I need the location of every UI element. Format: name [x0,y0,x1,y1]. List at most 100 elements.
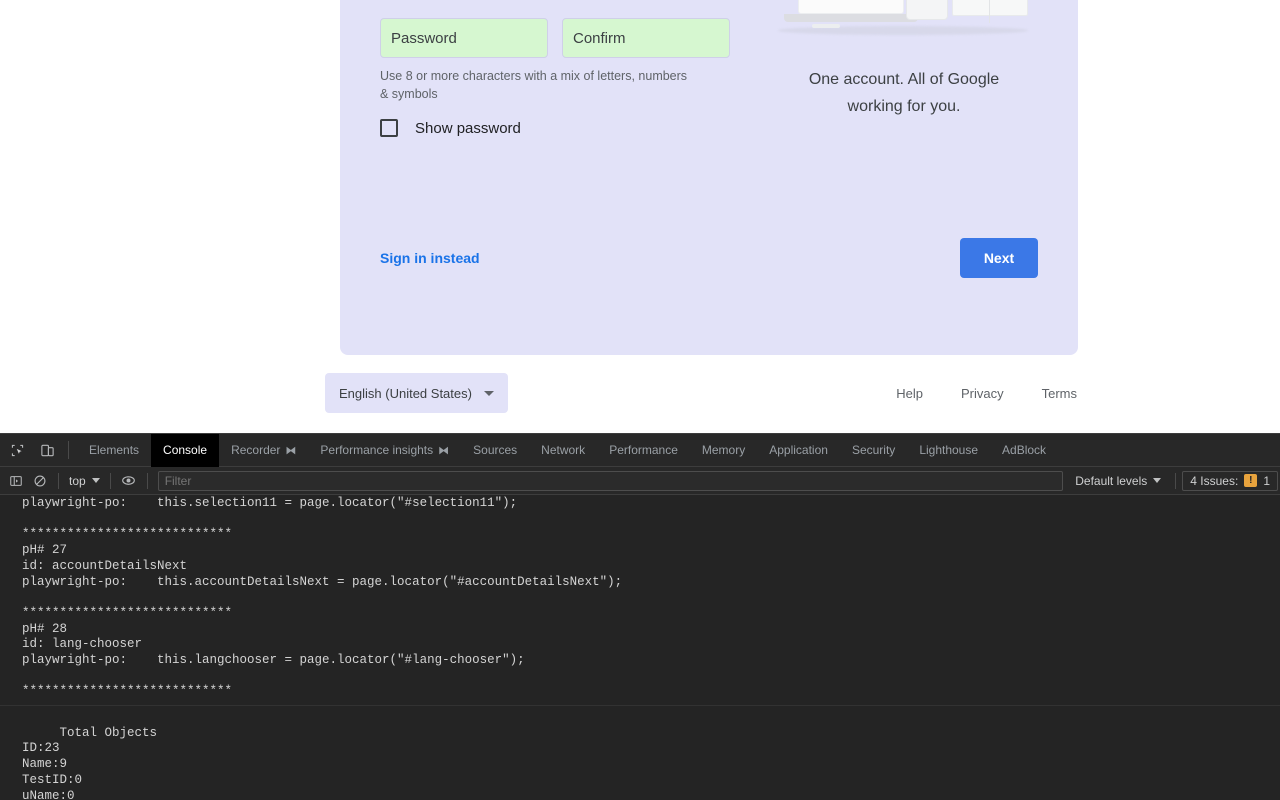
tab-performance-label: Performance [609,443,678,457]
toolbar-divider [110,473,111,489]
tab-sources-label: Sources [473,443,517,457]
tagline-line-1: One account. All of Google [770,66,1038,93]
laptop-notch-icon [812,24,840,28]
maps-icon [952,0,1028,16]
tab-elements[interactable]: Elements [77,434,151,467]
console-toolbar: top Default levels 4 Issues: ! 1 [0,467,1280,495]
console-log-line: pH# 28 [0,622,1280,638]
map-fold-line-icon [989,0,990,23]
console-output[interactable]: playwright-po: this.selection11 = page.l… [0,495,1280,800]
console-summary-block: Total ObjectsID:23Name:9TestID:0uName:0 [0,726,1280,800]
chevron-down-icon [1153,478,1161,483]
tab-recorder-label: Recorder [231,443,280,457]
google-illustration-column: One account. All of Google working for y… [770,0,1038,120]
password-input-placeholder: Password [391,31,457,46]
experiment-flask-icon: ⧓ [285,444,296,457]
inspect-element-icon[interactable] [4,437,30,463]
show-password-row[interactable]: Show password [380,119,730,137]
chevron-down-icon [484,391,494,396]
chevron-down-icon [92,478,100,483]
password-fields-row: Password Confirm [380,18,730,58]
tab-recorder[interactable]: Recorder ⧓ [219,434,308,467]
help-link[interactable]: Help [896,386,923,401]
tab-adblock[interactable]: AdBlock [990,434,1058,467]
execution-context-selector[interactable]: top [65,474,104,488]
tab-network[interactable]: Network [529,434,597,467]
console-filter-input[interactable] [158,471,1064,491]
phone-icon [906,0,948,20]
toolbar-divider [68,441,69,459]
log-levels-value: Default levels [1075,474,1147,488]
show-password-label: Show password [415,120,521,137]
next-button[interactable]: Next [960,238,1038,278]
tab-security-label: Security [852,443,895,457]
warning-badge-icon: ! [1244,474,1257,487]
log-levels-selector[interactable]: Default levels [1067,474,1169,488]
tab-memory[interactable]: Memory [690,434,757,467]
google-signup-card: Password Confirm Use 8 or more character… [340,0,1078,355]
tab-application-label: Application [769,443,828,457]
console-log-line: id: lang-chooser [0,637,1280,653]
console-log-line: **************************** [0,527,1280,543]
console-log-line: id: accountDetailsNext [0,559,1280,575]
console-log-line [0,590,1280,606]
device-toolbar-icon[interactable] [34,437,60,463]
console-summary-line: Total Objects [0,726,1280,742]
terms-link[interactable]: Terms [1042,386,1077,401]
privacy-link[interactable]: Privacy [961,386,1004,401]
browser-viewport: Password Confirm Use 8 or more character… [0,0,1280,433]
tab-security[interactable]: Security [840,434,907,467]
eye-icon[interactable] [117,469,141,493]
console-sidebar-icon[interactable] [4,469,28,493]
issues-badge-count: 1 [1263,474,1270,488]
devtools-panel: Elements Console Recorder ⧓ Performance … [0,433,1280,800]
console-summary-line: uName:0 [0,789,1280,800]
tagline: One account. All of Google working for y… [770,66,1038,120]
tab-lighthouse-label: Lighthouse [919,443,978,457]
console-log-line: playwright-po: this.selection11 = page.l… [0,496,1280,512]
form-actions-row: Sign in instead Next [380,238,1038,278]
console-log-line [0,669,1280,685]
console-log-line: pH# 27 [0,543,1280,559]
show-password-checkbox[interactable] [380,119,398,137]
console-log-line: **************************** [0,684,1280,700]
issues-button[interactable]: 4 Issues: ! 1 [1182,471,1278,491]
tab-performance-insights-label: Performance insights [320,443,433,457]
tab-application[interactable]: Application [757,434,840,467]
console-summary-line: Name:9 [0,757,1280,773]
confirm-password-input[interactable]: Confirm [562,18,730,58]
confirm-password-input-placeholder: Confirm [573,31,626,46]
console-log-line [0,512,1280,528]
google-products-illustration [770,0,1038,60]
toolbar-divider [58,473,59,489]
tab-lighthouse[interactable]: Lighthouse [907,434,990,467]
console-log-line: playwright-po: this.accountDetailsNext =… [0,575,1280,591]
toolbar-divider [147,473,148,489]
execution-context-value: top [69,474,86,488]
password-input[interactable]: Password [380,18,548,58]
password-hint-text: Use 8 or more characters with a mix of l… [380,67,692,103]
tagline-line-2: working for you. [770,93,1038,120]
console-spacer [0,710,1280,726]
language-chooser[interactable]: English (United States) [325,373,508,413]
console-log-list: playwright-po: this.selection11 = page.l… [0,496,1280,700]
password-form: Password Confirm Use 8 or more character… [380,18,730,137]
tab-network-label: Network [541,443,585,457]
tab-console-label: Console [163,443,207,457]
tab-console[interactable]: Console [151,434,219,467]
console-summary-line: TestID:0 [0,773,1280,789]
tab-adblock-label: AdBlock [1002,443,1046,457]
issues-count-label: 4 Issues: [1190,474,1238,488]
console-group-divider [0,705,1280,706]
sign-in-instead-link[interactable]: Sign in instead [380,250,480,266]
tab-performance-insights[interactable]: Performance insights ⧓ [308,434,461,467]
tab-performance[interactable]: Performance [597,434,690,467]
footer-links: Help Privacy Terms [896,373,1077,413]
clear-console-icon[interactable] [28,469,52,493]
devtools-tabbar: Elements Console Recorder ⧓ Performance … [0,434,1280,467]
tab-elements-label: Elements [89,443,139,457]
tab-sources[interactable]: Sources [461,434,529,467]
toolbar-divider [1175,473,1176,489]
laptop-base-icon [784,14,918,22]
console-log-line: **************************** [0,606,1280,622]
